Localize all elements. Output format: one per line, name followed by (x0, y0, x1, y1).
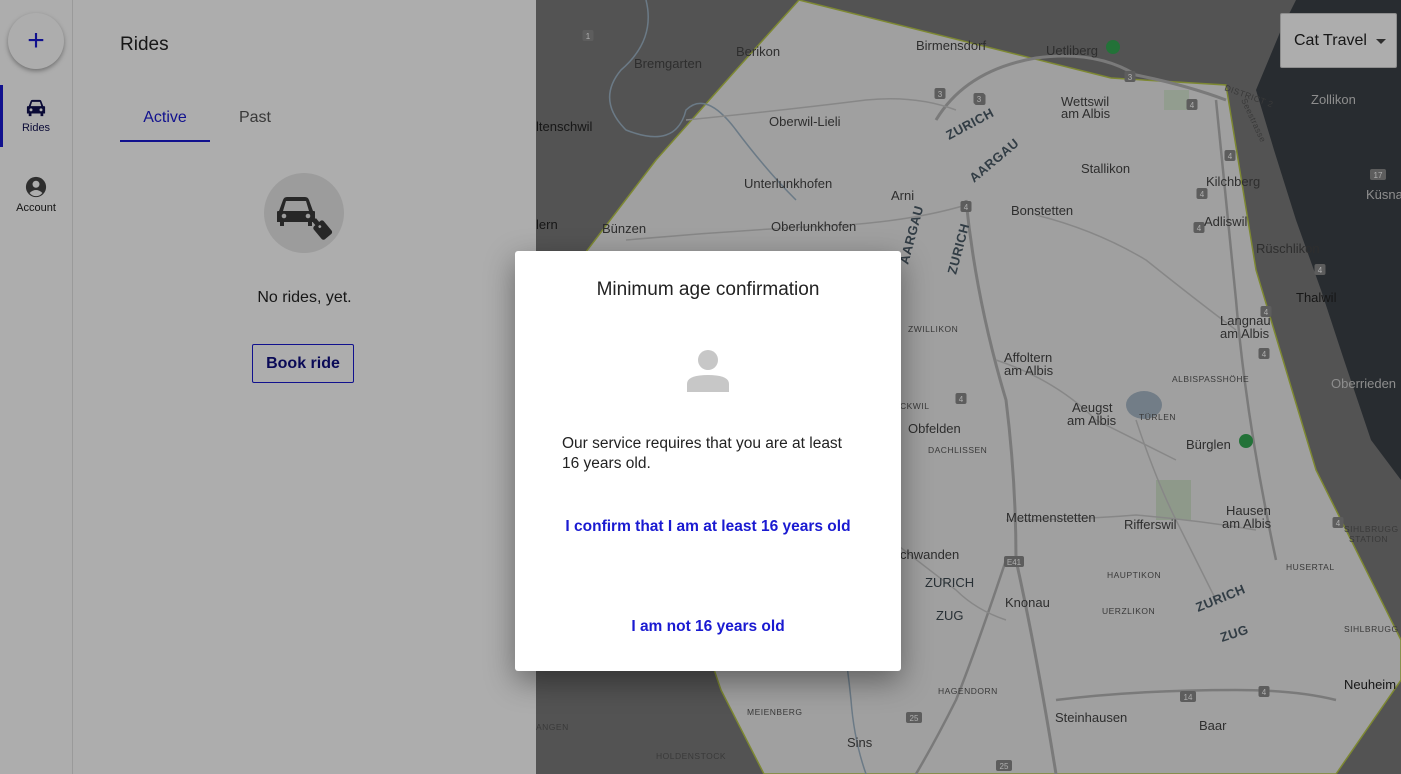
person-icon (687, 350, 729, 392)
dialog-body: Our service requires that you are at lea… (562, 435, 842, 472)
age-confirmation-dialog: Minimum age confirmation Our service req… (515, 251, 901, 671)
deny-age-button[interactable]: I am not 16 years old (555, 613, 861, 641)
dialog-title: Minimum age confirmation (596, 279, 820, 300)
confirm-age-button[interactable]: I confirm that I am at least 16 years ol… (555, 513, 861, 541)
